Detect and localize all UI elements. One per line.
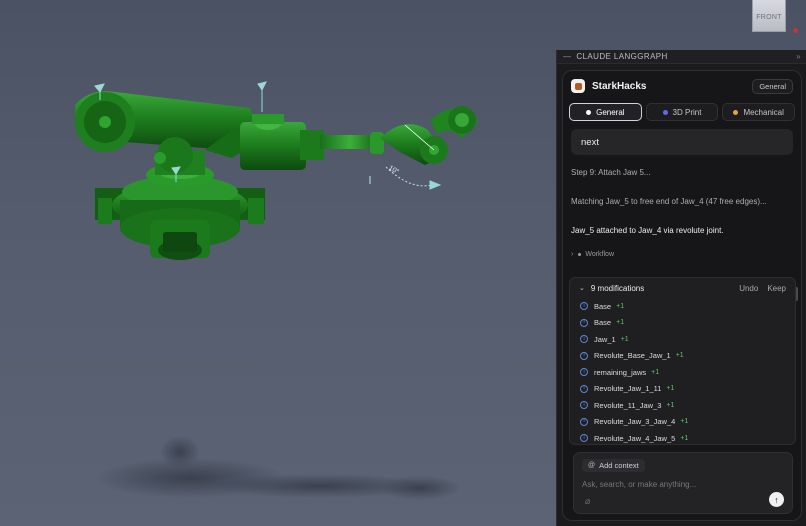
modification-delta: +1 [616, 302, 625, 310]
chat-input[interactable] [582, 477, 762, 491]
modification-row[interactable]: i Revolute_11_Jaw_3 +1 [570, 397, 795, 414]
modification-name: Base [594, 318, 612, 328]
modification-delta: +1 [680, 434, 689, 442]
view-cube-axis-dot [793, 28, 798, 33]
modification-row[interactable]: i Revolute_Base_Jaw_1 +1 [570, 348, 795, 365]
info-icon: i [580, 401, 588, 410]
modification-delta: +1 [620, 335, 629, 343]
assistant-panel: — CLAUDE LANGGRAPH » StarkHacks General … [556, 50, 806, 526]
info-icon: i [580, 417, 588, 426]
modification-name: Revolute_Jaw_1_11 [594, 384, 662, 394]
keep-button[interactable]: Keep [767, 284, 786, 293]
modification-name: Revolute_Base_Jaw_1 [594, 351, 671, 361]
modification-delta: +1 [675, 352, 684, 360]
info-icon: i [580, 368, 588, 377]
tab-general-dot [586, 109, 592, 115]
modification-name: remaining_jaws [594, 367, 647, 377]
robot-arm-model[interactable]: 10° [0, 0, 556, 526]
arrow-up-icon: ↑ [774, 494, 779, 505]
upper-arm-part[interactable] [75, 91, 262, 173]
modification-row[interactable]: i Base +1 [570, 298, 795, 315]
collapse-icon[interactable]: — [563, 52, 571, 61]
modification-row[interactable]: i Base +1 [570, 315, 795, 332]
info-icon: i [580, 351, 588, 360]
modification-name: Revolute_Jaw_4_Jaw_5 [594, 433, 676, 443]
tab-general-label: General [596, 107, 625, 117]
tab-general[interactable]: General [569, 103, 642, 121]
modification-delta: +1 [616, 319, 625, 327]
tab-3d-print[interactable]: 3D Print [645, 103, 719, 121]
modification-row[interactable]: i Revolute_Jaw_1_11 +1 [570, 381, 795, 398]
add-context-label: Add context [599, 461, 639, 470]
modification-row[interactable]: i remaining_jaws +1 [570, 364, 795, 381]
modifications-count: 9 modifications [590, 283, 645, 293]
composer: @ Add context ⌀ ↑ [573, 452, 793, 514]
tab-3d-print-dot [662, 109, 668, 115]
info-icon: i [580, 335, 588, 344]
workflow-label: Workflow [585, 251, 614, 258]
modification-name: Revolute_11_Jaw_3 [594, 400, 662, 410]
modification-row[interactable]: i Jaw_1 +1 [570, 331, 795, 348]
tab-mechanical[interactable]: Mechanical [722, 103, 796, 121]
panel-header: — CLAUDE LANGGRAPH » [557, 50, 806, 64]
modification-row[interactable]: i Revolute_Jaw_4_Jaw_5 +1 [570, 430, 795, 444]
info-icon: i [580, 434, 588, 443]
3d-viewport[interactable]: 10° [0, 0, 556, 526]
chat-card: StarkHacks General General 3D Print Mech… [562, 70, 802, 521]
forearm-part[interactable] [320, 106, 478, 165]
tab-3d-print-label: 3D Print [672, 107, 702, 117]
mode-badge[interactable]: General [752, 78, 793, 94]
info-icon: i [580, 302, 588, 311]
assistant-line: Matching Jaw_5 to free end of Jaw_4 (47 … [571, 197, 767, 206]
joint-angle-label: 10° [387, 164, 400, 176]
bullet-icon [578, 253, 582, 256]
modification-delta: +1 [651, 368, 660, 376]
modification-row[interactable]: i Revolute_Jaw_3_Jaw_4 +1 [570, 414, 795, 431]
chevron-right-icon: › [571, 251, 574, 258]
model-shadow [95, 436, 460, 500]
mode-tabs: General 3D Print Mechanical [563, 103, 801, 121]
undo-button[interactable]: Undo [739, 284, 758, 293]
workflow-toggle[interactable]: › Workflow [571, 251, 793, 258]
modification-delta: +1 [666, 385, 675, 393]
modification-delta: +1 [680, 418, 689, 426]
assistant-line: Step 9: Attach Jaw 5... [571, 168, 651, 177]
card-title-row: StarkHacks General [563, 71, 801, 101]
tab-mechanical-dot [733, 109, 739, 115]
app-logo [571, 79, 585, 93]
info-icon: i [580, 384, 588, 393]
chevron-down-icon[interactable]: ⌄ [579, 284, 585, 292]
add-context-button[interactable]: @ Add context [582, 459, 645, 472]
modification-name: Base [594, 301, 612, 311]
paperclip-icon[interactable]: ⌀ [585, 496, 590, 507]
panel-title: CLAUDE LANGGRAPH [576, 52, 668, 61]
send-button[interactable]: ↑ [769, 492, 784, 507]
panel-menu-icon[interactable]: » [796, 52, 801, 61]
chat-thread: next Step 9: Attach Jaw 5... Matching Ja… [563, 129, 801, 258]
view-cube-label: FRONT [756, 14, 782, 21]
modification-name: Revolute_Jaw_3_Jaw_4 [594, 417, 676, 427]
app-name: StarkHacks [592, 80, 647, 92]
modifications-list: i Base +1 i Base +1 i Jaw_1 +1 i Revolute_Base_Jaw… [570, 298, 795, 444]
info-icon: i [580, 318, 588, 327]
view-cube[interactable]: FRONT [752, 0, 786, 32]
modifications-header: ⌄ 9 modifications Undo Keep [570, 278, 795, 298]
tab-mechanical-label: Mechanical [743, 107, 784, 117]
user-message: next [571, 129, 793, 155]
assistant-result-line: Jaw_5 attached to Jaw_4 via revolute joi… [571, 226, 724, 235]
modification-name: Jaw_1 [594, 334, 616, 344]
modification-delta: +1 [666, 401, 675, 409]
at-sign-icon: @ [588, 462, 596, 469]
elbow-housing-part[interactable] [240, 114, 324, 170]
modifications-panel: ⌄ 9 modifications Undo Keep i Base +1 i Base… [569, 277, 796, 445]
